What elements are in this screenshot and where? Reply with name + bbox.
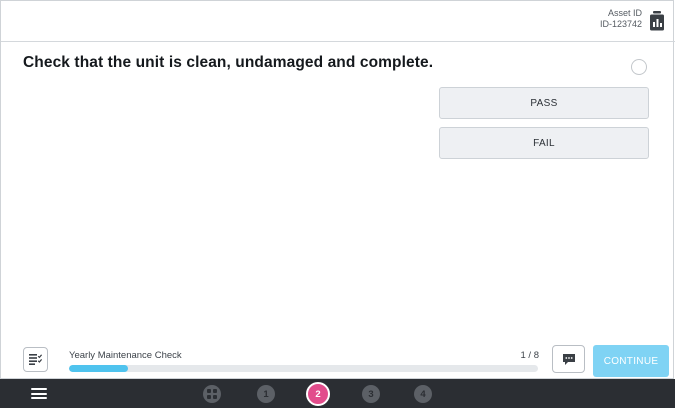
fail-button[interactable]: FAIL: [439, 127, 649, 159]
progress-bar-fill: [69, 365, 128, 372]
checklist-icon: [29, 354, 42, 365]
overview-grid-button[interactable]: [203, 385, 221, 403]
hamburger-menu-icon[interactable]: [31, 388, 47, 399]
bottom-nav: 1 2 3 4: [0, 379, 675, 408]
step-2-button[interactable]: 2: [306, 382, 330, 406]
app-frame: Asset ID ID-123742 Check that the unit i…: [0, 0, 675, 380]
asset-id-label: Asset ID: [607, 8, 642, 18]
question-text: Check that the unit is clean, undamaged …: [23, 54, 434, 71]
check-title: Yearly Maintenance Check: [69, 350, 182, 361]
progress-count: 1 / 8: [520, 350, 540, 361]
continue-button[interactable]: CONTINUE: [593, 345, 669, 377]
pass-button[interactable]: PASS: [439, 87, 649, 119]
comment-icon: [562, 353, 575, 365]
asset-info: Asset ID ID-123742: [600, 8, 642, 30]
footer-bar: Yearly Maintenance Check 1 / 8 CONTINUE: [1, 337, 675, 380]
step-3-button[interactable]: 3: [362, 385, 380, 403]
answer-status-radio[interactable]: [631, 59, 647, 75]
progress-bar: [69, 365, 538, 372]
step-1-button[interactable]: 1: [257, 385, 275, 403]
header-bar: Asset ID ID-123742: [1, 1, 675, 42]
comment-button[interactable]: [552, 345, 585, 373]
checklist-button[interactable]: [23, 347, 48, 372]
asset-id-value: ID-123742: [599, 19, 642, 29]
step-4-button[interactable]: 4: [414, 385, 432, 403]
grid-overview-icon: [207, 389, 217, 399]
asset-tag-icon[interactable]: [649, 11, 665, 31]
